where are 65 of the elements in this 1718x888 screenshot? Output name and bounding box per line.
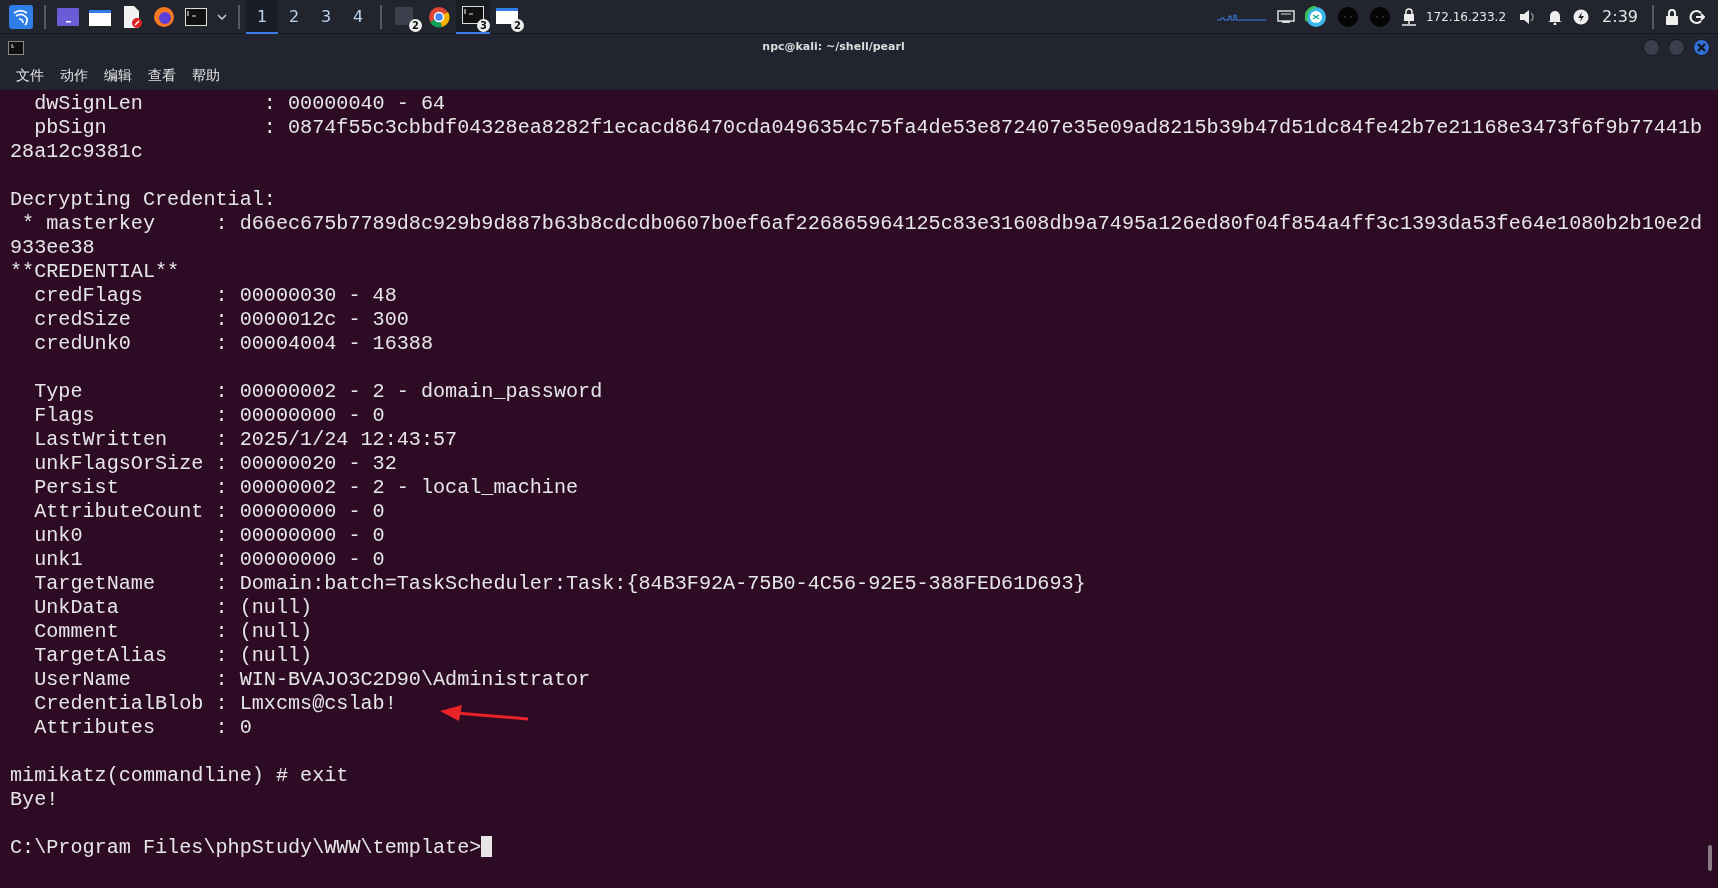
terminal-line: pbSign : 0874f55c3cbbdf04328ea8282f1ecacd86470cda0496354c75fa4de53e872407e35e09ad8215b39b47d51dc84fe42b7e21168e3473f6f9b77441b [33,116,1703,140]
lightning-icon[interactable] [1573,8,1590,25]
terminal-line: Attributes : 0 [33,716,252,740]
prompt-line: C:\Program Files\phpStudy\WWW\template> [10,836,493,860]
lock-network-icon [1400,7,1417,26]
close-button[interactable] [1693,39,1710,56]
terminal-line: unkFlagsOrSize : 00000020 - 32 [33,452,397,476]
terminal-line: unk0 : 00000000 - 0 [33,524,385,548]
terminal-line: AttributeCount : 00000000 - 0 [33,500,385,524]
terminal-line: 28a12c9381c [10,140,143,164]
app-icon [394,5,416,28]
count-badge: 2 [409,18,422,32]
terminal-line: LastWritten : 2025/1/24 12:43:57 [33,428,458,452]
terminal-line: TargetAlias : (null) [33,644,313,668]
terminal-line: **CREDENTIAL** [10,260,180,284]
terminal-line: UnkData : (null) [33,596,313,620]
workspace-tab[interactable]: 4 [342,0,374,34]
terminal-line: Flags : 00000000 - 0 [33,404,385,428]
taskbar-window-button[interactable]: 2 [490,0,524,34]
logout-icon[interactable] [1689,8,1705,25]
window-title: npc@kali: ~/shell/pearl [761,39,906,56]
menu-item[interactable]: 帮助 [184,65,228,86]
terminal-line: Comment : (null) [33,620,313,644]
tray-face-icon [1336,5,1359,28]
menu-item[interactable]: 编辑 [96,65,140,86]
terminal-line: * masterkey : d66ec675b7789d8c929b9d887b63b8cdcdb0607b0ef6af226865964125c83e31608db9a7495a126ed80f04f854a4ff3c1393da53fe64e1080b2b10e2d [21,212,1703,236]
taskbar-window-button[interactable]: 2 [388,0,422,34]
terminal-line: UserName : WIN-BVAJO3C2D90\Administrator [33,668,591,692]
caret-icon[interactable] [217,13,227,20]
terminal-line: unk1 : 00000000 - 0 [33,548,385,572]
menu-item[interactable]: 动作 [52,65,96,86]
terminal-icon[interactable] [185,7,207,26]
workspace-tab[interactable]: 3 [310,0,342,34]
document-icon[interactable] [121,5,143,28]
terminal-line: mimikatz(commandline) # exit [10,764,349,788]
terminal-icon [8,40,24,55]
scrollbar-thumb[interactable] [1708,845,1712,871]
tray-face-icon [1368,5,1391,28]
terminal-line: CredentialBlob : Lmxcms@cslab! [33,692,397,716]
bell-icon[interactable] [1547,8,1564,25]
lock-icon[interactable] [1665,8,1679,25]
taskbar-window-button[interactable]: 3 [456,0,490,34]
window-icon[interactable] [57,7,79,26]
terminal-line: Type : 00000002 - 2 - domain_password [33,380,603,404]
terminal-line: TargetName : Domain:batch=TaskScheduler:Task:{84B3F92A-75B0-4C56-92E5-388FED61D693} [33,572,1086,596]
terminal-line: credSize : 0000012c - 300 [33,308,409,332]
ip-address-text: 172.16.233.2 [1425,8,1507,26]
terminal-line: Persist : 00000002 - 2 - local_machine [33,476,579,500]
terminal-line: credFlags : 00000030 - 48 [33,284,397,308]
sync-app-icon [1304,5,1327,28]
terminal-line: 933ee38 [10,236,95,260]
workspace-tab[interactable]: 1 [246,0,278,34]
folder-icon[interactable] [89,7,111,26]
terminal-line: Bye! [10,788,59,812]
close-icon [1697,43,1706,52]
terminal-line: Decrypting Credential: [10,188,276,212]
terminal-line: dwSignLen : 00000040 - 64 [33,92,446,116]
workspace-tab[interactable]: 2 [278,0,310,34]
terminal-line: credUnk0 : 00004004 - 16388 [33,332,434,356]
menu-item[interactable]: 文件 [8,65,52,86]
network-port-icon [1276,9,1295,24]
network-graph-icon [1216,12,1267,21]
clock-text: 2:39 [1602,5,1638,28]
browser-icon [428,5,450,28]
menu-item[interactable]: 查看 [140,65,184,86]
